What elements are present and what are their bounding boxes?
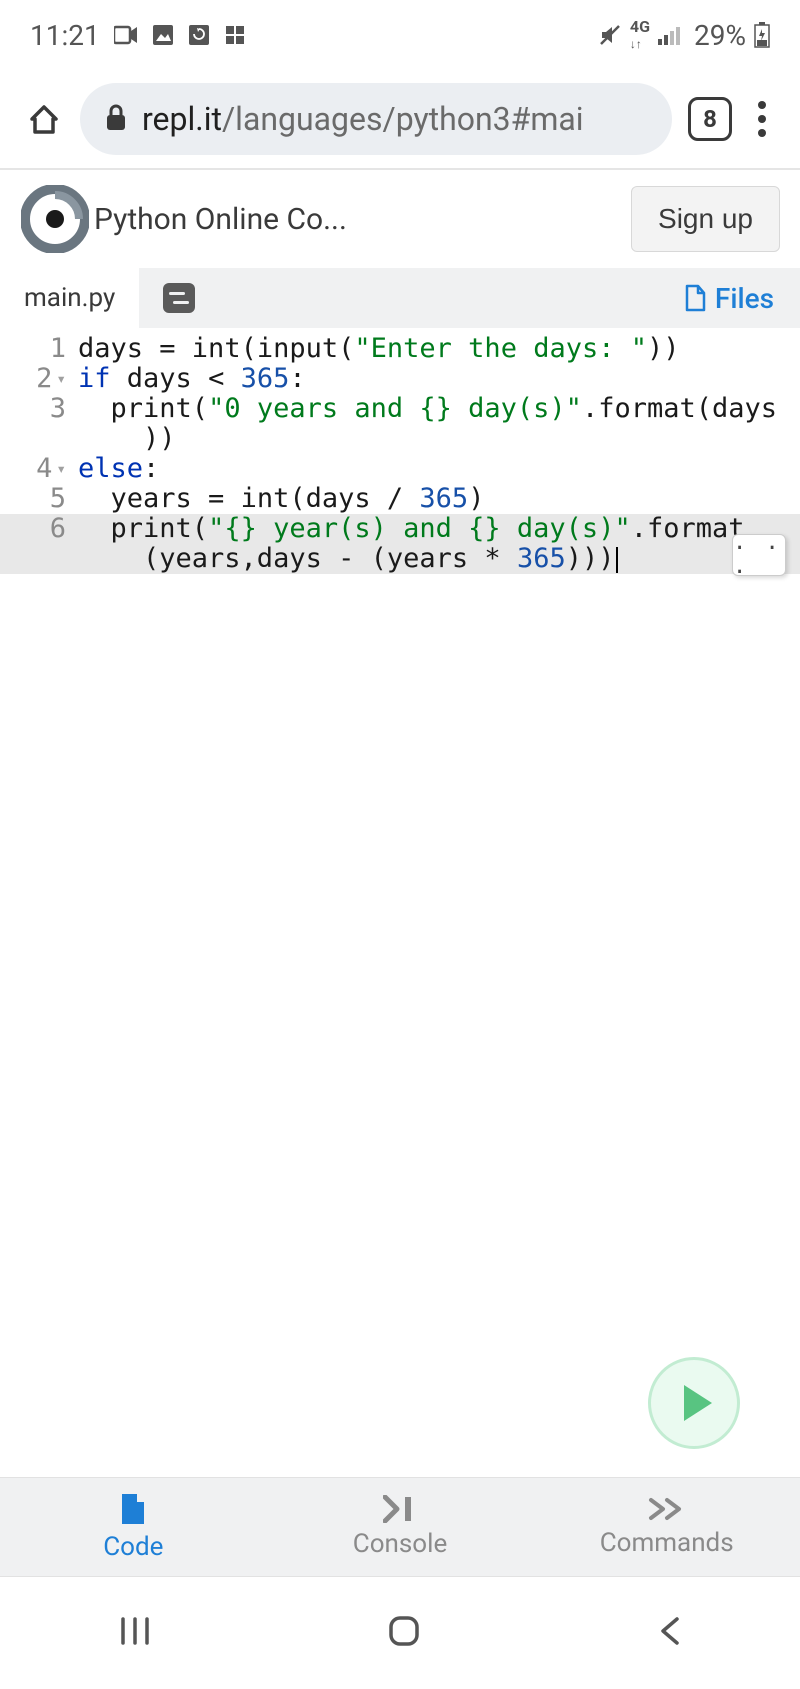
code-line: 5 years = int(days / 365) bbox=[0, 484, 800, 514]
code-file-icon bbox=[118, 1492, 148, 1526]
home-icon[interactable] bbox=[24, 99, 64, 139]
nav-recents-icon[interactable] bbox=[117, 1613, 153, 1653]
android-nav-bar bbox=[0, 1577, 800, 1689]
console-icon bbox=[383, 1495, 417, 1523]
code-content: if days < 365: bbox=[78, 364, 306, 394]
status-left: 11:21 bbox=[30, 19, 246, 52]
code-content: print("{} year(s) and {} day(s)".format bbox=[78, 514, 745, 544]
commands-icon bbox=[647, 1496, 687, 1522]
code-line: 3 print("0 years and {} day(s)".format(d… bbox=[0, 394, 800, 424]
code-line: 1 days = int(input("Enter the days: ")) bbox=[0, 334, 800, 364]
status-time: 11:21 bbox=[30, 19, 100, 52]
refresh-icon bbox=[188, 24, 210, 46]
code-content: )) bbox=[78, 424, 176, 454]
tab-commands[interactable]: Commands bbox=[533, 1478, 800, 1576]
code-line: 6 print("{} year(s) and {} day(s)".forma… bbox=[0, 514, 800, 544]
signal-icon bbox=[658, 25, 686, 45]
video-icon bbox=[114, 25, 138, 45]
files-label: Files bbox=[715, 282, 774, 315]
code-content: (years,days - (years * 365))) bbox=[78, 544, 618, 574]
image-icon bbox=[152, 24, 174, 46]
signup-button[interactable]: Sign up bbox=[631, 186, 780, 252]
fold-icon[interactable]: ▾ bbox=[56, 370, 66, 388]
nav-back-icon[interactable] bbox=[655, 1613, 683, 1653]
url-path: /languages/python3#mai bbox=[222, 100, 584, 138]
mute-icon bbox=[598, 23, 622, 47]
text-cursor bbox=[616, 547, 618, 573]
bottom-tabs: Code Console Commands bbox=[0, 1477, 800, 1577]
gutter: 1 bbox=[0, 334, 78, 364]
app-title: Python Online Co... bbox=[94, 202, 627, 237]
gutter: 4▾ bbox=[0, 454, 78, 484]
browser-bar: repl.it/languages/python3#mai 8 bbox=[0, 70, 800, 170]
files-button[interactable]: Files bbox=[673, 282, 784, 315]
code-editor[interactable]: 1 days = int(input("Enter the days: ")) … bbox=[0, 328, 800, 580]
code-content: else: bbox=[78, 454, 159, 484]
code-line: 2▾ if days < 365: bbox=[0, 364, 800, 394]
tab-row: main.py Files bbox=[0, 268, 800, 328]
gutter: 3 bbox=[0, 394, 78, 424]
battery-percent: 29% bbox=[694, 19, 746, 52]
tab-code[interactable]: Code bbox=[0, 1478, 267, 1576]
url-bar[interactable]: repl.it/languages/python3#mai bbox=[80, 83, 672, 155]
status-right: 4G↓↑ 29% bbox=[598, 19, 770, 52]
nav-home-icon[interactable] bbox=[386, 1613, 422, 1653]
battery-icon bbox=[754, 22, 770, 48]
editor-settings-button[interactable] bbox=[151, 270, 207, 326]
code-line: )) bbox=[0, 424, 800, 454]
network-type: 4G↓↑ bbox=[630, 19, 650, 51]
gutter: 2▾ bbox=[0, 364, 78, 394]
code-content: years = int(days / 365) bbox=[78, 484, 484, 514]
lock-icon bbox=[104, 103, 128, 135]
android-status-bar: 11:21 4G↓↑ 29% bbox=[0, 0, 800, 70]
tab-console[interactable]: Console bbox=[267, 1478, 534, 1576]
tab-count[interactable]: 8 bbox=[688, 97, 732, 141]
code-line: (years,days - (years * 365))) bbox=[0, 544, 800, 574]
fold-icon[interactable]: ▾ bbox=[56, 460, 66, 478]
run-button[interactable] bbox=[648, 1357, 740, 1449]
code-line: 4▾ else: bbox=[0, 454, 800, 484]
gutter: 6 bbox=[0, 514, 78, 544]
url-host: repl.it bbox=[142, 100, 222, 138]
screenshot-icon bbox=[224, 24, 246, 46]
file-tab-main[interactable]: main.py bbox=[0, 268, 139, 328]
app-header: Python Online Co... Sign up bbox=[0, 170, 800, 268]
gutter: 5 bbox=[0, 484, 78, 514]
code-content: days = int(input("Enter the days: ")) bbox=[78, 334, 680, 364]
expand-button[interactable]: . . . bbox=[732, 534, 786, 576]
code-content: print("0 years and {} day(s)".format(day… bbox=[78, 394, 777, 424]
file-icon bbox=[683, 284, 707, 312]
play-icon bbox=[684, 1385, 712, 1421]
browser-menu-icon[interactable] bbox=[748, 101, 776, 137]
url-text: repl.it/languages/python3#mai bbox=[142, 100, 584, 138]
replit-logo-icon[interactable] bbox=[20, 184, 90, 254]
